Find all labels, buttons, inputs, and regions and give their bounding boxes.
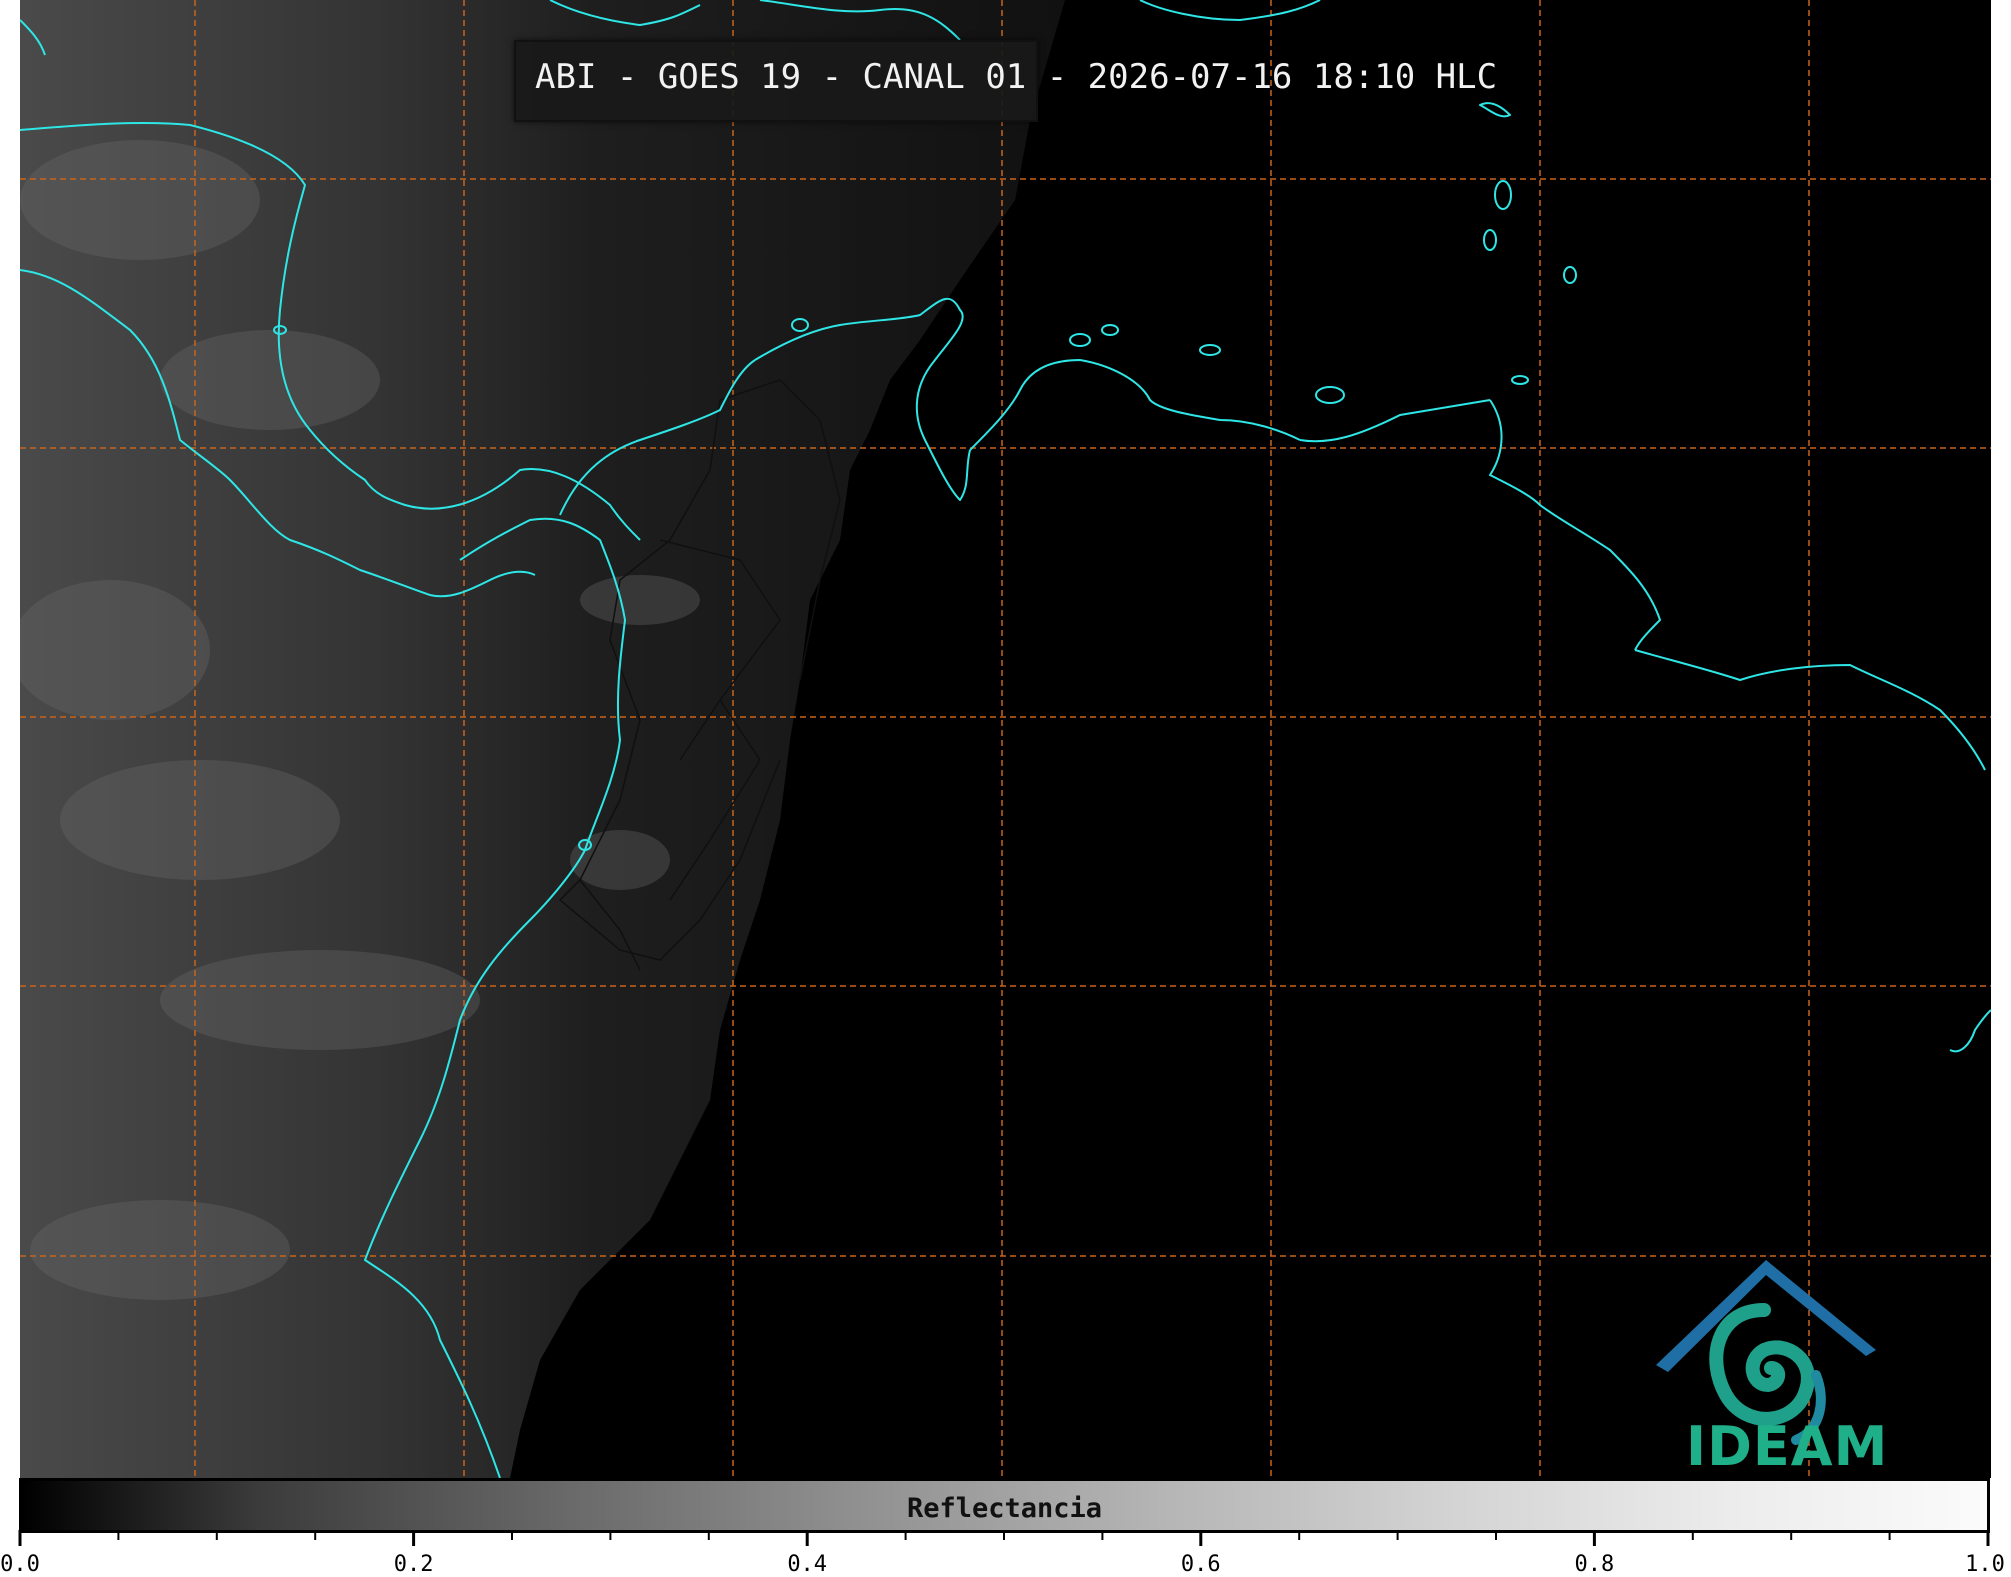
colorbar-tick-label: 0.4 <box>787 1552 828 1577</box>
colorbar-tick-label: 1.0 <box>1965 1552 2005 1577</box>
logo-label: IDEAM <box>1686 1415 1889 1478</box>
colorbar-tick-label: 0.6 <box>1180 1552 1221 1577</box>
map-title: ABI - GOES 19 - CANAL 01 - 2026-07-16 18… <box>535 57 1498 97</box>
colorbar-tick-label: 0.0 <box>0 1552 40 1577</box>
colorbar-label: Reflectancia <box>906 1493 1103 1524</box>
colorbar: Reflectancia <box>19 1478 1990 1533</box>
colorbar-tick-label: 0.8 <box>1574 1552 1615 1577</box>
colorbar-ticks <box>18 1530 1990 1546</box>
colorbar-tick-label: 0.2 <box>393 1552 434 1577</box>
